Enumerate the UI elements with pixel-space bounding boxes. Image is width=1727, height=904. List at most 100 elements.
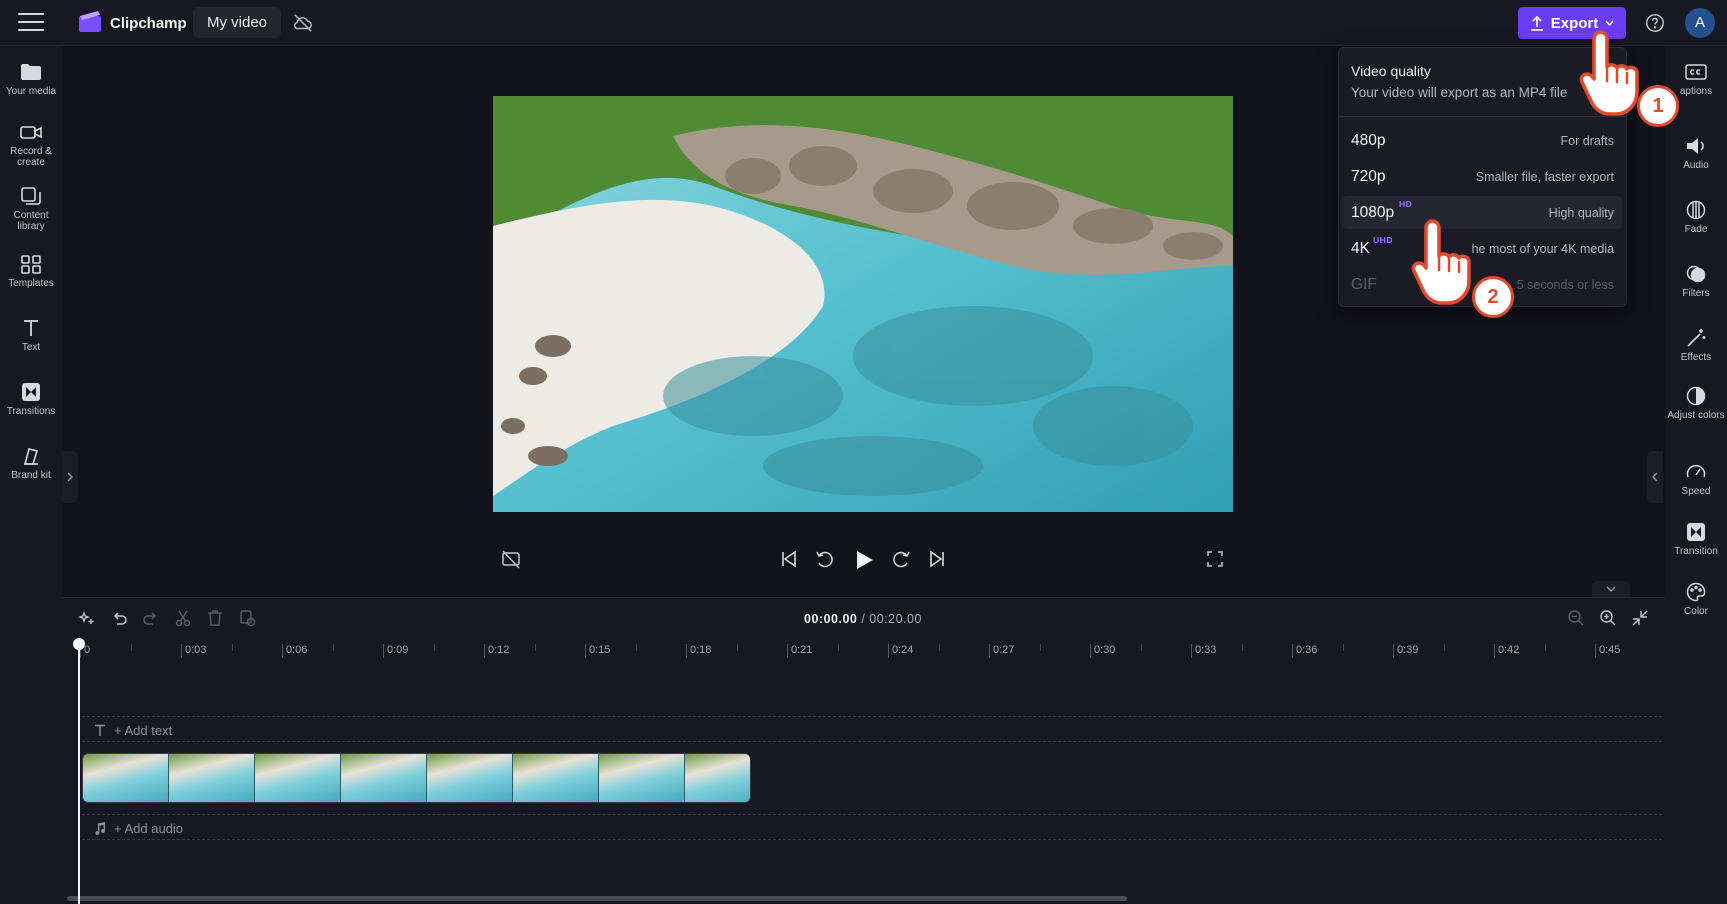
- clip-thumbnail: [513, 754, 599, 802]
- option-1080p[interactable]: 1080p HD High quality: [1343, 196, 1622, 229]
- video-preview[interactable]: [493, 96, 1233, 512]
- effects-icon: [1687, 329, 1706, 347]
- sidebar-item-templates[interactable]: Templates: [0, 254, 62, 289]
- playhead[interactable]: [78, 644, 80, 904]
- app-name: Clipchamp: [110, 15, 187, 32]
- ruler-minor-tick: [131, 644, 132, 651]
- collapse-preview-button[interactable]: [1592, 581, 1630, 597]
- ruler-label: 0:09: [387, 644, 409, 656]
- sidebar-item-audio[interactable]: Audio: [1665, 136, 1727, 171]
- option-720p[interactable]: 720p Smaller file, faster export: [1343, 160, 1622, 193]
- fullscreen-icon[interactable]: [1205, 548, 1225, 570]
- chevron-down-icon: [1606, 586, 1616, 592]
- play-icon[interactable]: [853, 548, 875, 572]
- ruler-minor-tick: [737, 644, 738, 651]
- scissors-icon[interactable]: [174, 609, 192, 627]
- upload-icon: [1530, 15, 1543, 31]
- ruler-label: 0:36: [1296, 644, 1318, 656]
- ruler-major-tick: [383, 644, 384, 658]
- sidebar-item-captions[interactable]: aptions: [1665, 62, 1727, 97]
- magic-wand-icon[interactable]: [78, 609, 96, 627]
- menu-title: Video quality: [1351, 63, 1431, 79]
- ruler-major-tick: [484, 644, 485, 658]
- expand-right-panel-button[interactable]: [1647, 451, 1663, 503]
- templates-icon: [21, 255, 41, 274]
- sidebar-item-transitions[interactable]: Transitions: [0, 382, 62, 417]
- undo-icon[interactable]: [110, 609, 128, 627]
- rewind-5s-icon[interactable]: [814, 548, 836, 570]
- forward-5s-icon[interactable]: [890, 548, 912, 570]
- fit-timeline-icon[interactable]: [1631, 609, 1649, 627]
- clip-thumbnail: [599, 754, 685, 802]
- menu-icon[interactable]: [18, 13, 44, 33]
- ruler-label: 0:21: [791, 644, 813, 656]
- right-sidebar: aptions Audio Fade Filters Effects Adjus…: [1665, 46, 1727, 904]
- text-icon: [95, 724, 105, 736]
- add-text-track[interactable]: + Add text: [82, 716, 1662, 742]
- timeline-ruler[interactable]: 0 0:03 0:06 0:09 0:12 0:15 0:18 0:21 0:24 0:27 0:3…: [62, 640, 1665, 664]
- ruler-minor-tick: [333, 644, 334, 651]
- player-controls: [0, 548, 1727, 572]
- timecode: 00:00.00 / 00:20.00: [804, 612, 922, 626]
- skip-forward-icon[interactable]: [927, 548, 947, 570]
- option-480p[interactable]: 480p For drafts: [1343, 124, 1622, 157]
- option-4k[interactable]: 4K UHD he most of your 4K media: [1343, 232, 1622, 265]
- add-audio-label: + Add audio: [114, 821, 184, 836]
- ruler-label: 0:03: [185, 644, 207, 656]
- ruler-minor-tick: [1242, 644, 1243, 651]
- hd-badge: HD: [1399, 199, 1413, 209]
- timeline-scrollbar[interactable]: [67, 896, 1127, 901]
- captions-off-icon[interactable]: [501, 548, 521, 570]
- sidebar-item-fade[interactable]: Fade: [1665, 200, 1727, 235]
- video-clip[interactable]: [82, 753, 751, 803]
- ruler-minor-tick: [1343, 644, 1344, 651]
- current-time: 00:00.00: [804, 612, 858, 626]
- redo-icon[interactable]: [142, 609, 160, 627]
- sidebar-item-your-media[interactable]: Your media: [0, 62, 62, 97]
- clipchamp-logo-icon: [79, 11, 101, 32]
- trash-icon[interactable]: [206, 609, 224, 627]
- avatar[interactable]: A: [1685, 8, 1715, 38]
- chevron-right-icon: [67, 472, 73, 482]
- add-audio-track[interactable]: + Add audio: [82, 814, 1662, 840]
- duplicate-icon[interactable]: [238, 609, 256, 627]
- speaker-icon: [1687, 138, 1704, 154]
- sidebar-item-effects[interactable]: Effects: [1665, 328, 1727, 363]
- ruler-label: 0:15: [589, 644, 611, 656]
- sidebar-item-speed[interactable]: Speed: [1665, 462, 1727, 497]
- uhd-badge: UHD: [1373, 235, 1393, 245]
- sidebar-item-brand-kit[interactable]: Brand kit: [0, 446, 62, 481]
- menu-subtitle: Your video will export as an MP4 file: [1351, 85, 1568, 100]
- clip-thumbnail: [169, 754, 255, 802]
- filters-icon: [1686, 265, 1706, 283]
- ruler-minor-tick: [1545, 644, 1546, 651]
- sidebar-item-transition[interactable]: Transition: [1665, 522, 1727, 557]
- ruler-label: 0:33: [1195, 644, 1217, 656]
- skip-back-icon[interactable]: [779, 548, 799, 570]
- ruler-major-tick: [1595, 644, 1596, 658]
- ruler-label: 0:39: [1397, 644, 1419, 656]
- captions-icon: [1685, 64, 1707, 80]
- ruler-label: 0:30: [1094, 644, 1116, 656]
- zoom-in-icon[interactable]: [1599, 609, 1617, 627]
- transition-icon: [1687, 523, 1705, 541]
- fade-icon: [1686, 200, 1706, 220]
- adjust-colors-icon: [1686, 386, 1706, 406]
- sidebar-item-record-create[interactable]: Record & create: [0, 122, 62, 168]
- total-time: 00:20.00: [869, 612, 922, 626]
- expand-left-panel-button[interactable]: [62, 451, 78, 503]
- folder-icon: [21, 64, 41, 80]
- ruler-major-tick: [686, 644, 687, 658]
- cloud-offline-icon[interactable]: [292, 12, 314, 34]
- sidebar-item-color[interactable]: Color: [1665, 582, 1727, 617]
- zoom-out-icon[interactable]: [1567, 609, 1585, 627]
- project-title[interactable]: My video: [193, 7, 282, 38]
- sidebar-item-filters[interactable]: Filters: [1665, 264, 1727, 299]
- add-text-label: + Add text: [114, 723, 173, 738]
- top-bar: Clipchamp My video Export A: [0, 0, 1727, 46]
- sidebar-item-text[interactable]: Text: [0, 318, 62, 353]
- ruler-minor-tick: [636, 644, 637, 651]
- transitions-icon: [22, 383, 40, 401]
- sidebar-item-adjust-colors[interactable]: Adjust colors: [1665, 386, 1727, 421]
- sidebar-item-content-library[interactable]: Content library: [0, 186, 62, 232]
